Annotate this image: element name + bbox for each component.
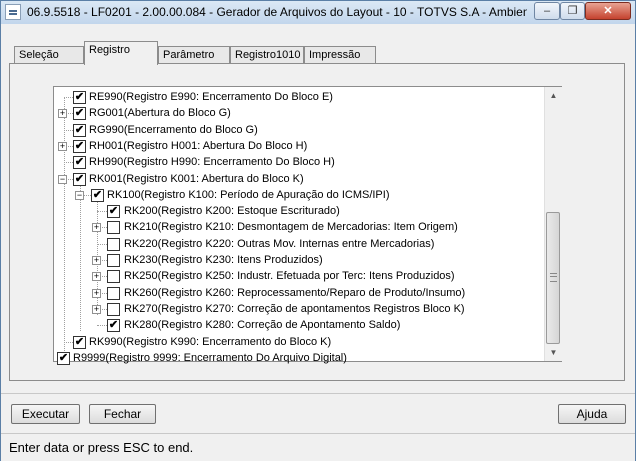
tree-item[interactable]: + ✔ RG001(Abertura do Bloco G) (54, 105, 544, 121)
tab-selecao[interactable]: Seleção (14, 46, 84, 64)
tree-item-label: RK200(Registro K200: Estoque Escriturado… (124, 205, 340, 217)
close-button[interactable]: Fechar (89, 404, 156, 424)
tree-item-label: RH001(Registro H001: Abertura Do Bloco H… (89, 140, 308, 152)
tree-item-checkbox[interactable] (107, 303, 120, 316)
tree-item[interactable]: ✔ R9999(Registro 9999: Encerramento Do Ar… (54, 350, 544, 366)
help-button[interactable]: Ajuda (558, 404, 626, 424)
minimize-button[interactable]: – (534, 2, 560, 20)
tree-item[interactable]: ✔ RG990(Encerramento do Bloco G) (54, 122, 544, 138)
tree-item-checkbox[interactable]: ✔ (107, 205, 120, 218)
tree-item-checkbox[interactable] (107, 287, 120, 300)
tree-item-checkbox[interactable]: ✔ (91, 189, 104, 202)
tree-item-checkbox[interactable]: ✔ (73, 140, 86, 153)
tree-item-checkbox[interactable]: ✔ (73, 107, 86, 120)
close-window-button[interactable]: ✕ (585, 2, 631, 20)
tree-item[interactable]: ✔ RH990(Registro H990: Encerramento Do Bl… (54, 154, 544, 170)
main-window: 06.9.5518 - LF0201 - 2.00.00.084 - Gerad… (0, 0, 636, 461)
grip-icon (550, 273, 557, 282)
tree-item-checkbox[interactable]: ✔ (73, 156, 86, 169)
tree-item-label: RK210(Registro K210: Desmontagem de Merc… (124, 221, 458, 233)
tree-line (64, 162, 73, 163)
tree-item-label: RK990(Registro K990: Encerramento do Blo… (89, 336, 332, 348)
maximize-button[interactable]: ❐ (560, 2, 585, 20)
tree-item-label: RK100(Registro K100: Período de Apuração… (107, 189, 390, 201)
tree-item[interactable]: − ✔ RK001(Registro K001: Abertura do Bloco… (54, 171, 544, 187)
register-tree[interactable]: ✔ RE990(Registro E990: Encerramento Do Bl… (53, 86, 562, 365)
tree-item[interactable]: + RK210(Registro K210: Desmontagem de Mer… (54, 219, 544, 235)
tree-item-checkbox[interactable] (107, 221, 120, 234)
scroll-down-arrow-icon[interactable]: ▼ (545, 344, 562, 361)
tree-line (64, 342, 73, 343)
tree-item-checkbox[interactable]: ✔ (73, 336, 86, 349)
title-bar: 06.9.5518 - LF0201 - 2.00.00.084 - Gerad… (1, 1, 635, 24)
tree-item[interactable]: + RK260(Registro K260: Reprocessamento/Re… (54, 285, 544, 301)
tab-registro[interactable]: Registro (84, 41, 158, 65)
tree-item[interactable]: ✔ RK990(Registro K990: Encerramento do Bl… (54, 334, 544, 350)
execute-button[interactable]: Executar (11, 404, 80, 424)
tree-item[interactable]: ✔ RE990(Registro E990: Encerramento Do Bl… (54, 89, 544, 105)
expand-icon[interactable]: + (92, 256, 101, 265)
tree-item-label: RG990(Encerramento do Bloco G) (89, 124, 258, 136)
expand-icon[interactable]: + (58, 142, 67, 151)
tree-item[interactable]: + ✔ RH001(Registro H001: Abertura Do Bloco… (54, 138, 544, 154)
tree-item-checkbox[interactable]: ✔ (57, 352, 70, 365)
tree-item-label: RK250(Registro K250: Industr. Efetuada p… (124, 270, 455, 282)
tree-item-checkbox[interactable] (107, 238, 120, 251)
scrollbar-thumb[interactable] (546, 212, 560, 344)
tree-item-label: RG001(Abertura do Bloco G) (89, 107, 231, 119)
tree-item[interactable]: RK220(Registro K220: Outras Mov. Interna… (54, 236, 544, 252)
tree-item-label: RK001(Registro K001: Abertura do Bloco K… (89, 173, 304, 185)
tree-item-label: RK270(Registro K270: Correção de apontam… (124, 303, 465, 315)
button-bar: Executar Fechar Ajuda (1, 396, 635, 431)
tree-item-checkbox[interactable] (107, 270, 120, 283)
tree-item[interactable]: + RK250(Registro K250: Industr. Efetuada … (54, 268, 544, 284)
status-bar: Enter data or press ESC to end. (1, 433, 635, 461)
expand-icon[interactable]: + (92, 272, 101, 281)
tree-line (97, 244, 107, 245)
collapse-icon[interactable]: − (58, 175, 67, 184)
tree-item[interactable]: + RK230(Registro K230: Itens Produzidos) (54, 252, 544, 268)
tree-line (64, 97, 73, 98)
tree-item-label: RE990(Registro E990: Encerramento Do Blo… (89, 91, 333, 103)
tree-item-checkbox[interactable]: ✔ (73, 124, 86, 137)
collapse-icon[interactable]: − (75, 191, 84, 200)
tree-item[interactable]: − ✔ RK100(Registro K100: Período de Apuraç… (54, 187, 544, 203)
tree-item[interactable]: + RK270(Registro K270: Correção de aponta… (54, 301, 544, 317)
tree-line (97, 325, 107, 326)
tab-registro1010[interactable]: Registro1010 (230, 46, 304, 64)
tree-item-label: RK280(Registro K280: Correção de Apontam… (124, 319, 401, 331)
tree-line (64, 130, 73, 131)
tab-parametro[interactable]: Parâmetro (158, 46, 230, 64)
tree-item-label: RK220(Registro K220: Outras Mov. Interna… (124, 238, 435, 250)
expand-icon[interactable]: + (92, 305, 101, 314)
tree-item-checkbox[interactable]: ✔ (107, 319, 120, 332)
tree-item-checkbox[interactable]: ✔ (73, 91, 86, 104)
tree-item-label: R9999(Registro 9999: Encerramento Do Arq… (73, 352, 347, 364)
tree-item[interactable]: ✔ RK280(Registro K280: Correção de Aponta… (54, 317, 544, 333)
tree-item-label: RK230(Registro K230: Itens Produzidos) (124, 254, 323, 266)
app-icon (5, 4, 21, 20)
tree-item-label: RK260(Registro K260: Reprocessamento/Rep… (124, 287, 466, 299)
scroll-up-arrow-icon[interactable]: ▲ (545, 87, 562, 104)
expand-icon[interactable]: + (92, 223, 101, 232)
expand-icon[interactable]: + (58, 109, 67, 118)
divider (1, 393, 635, 394)
expand-icon[interactable]: + (92, 289, 101, 298)
window-title: 06.9.5518 - LF0201 - 2.00.00.084 - Gerad… (27, 5, 527, 19)
tab-impressao[interactable]: Impressão (304, 46, 376, 64)
tree-item-checkbox[interactable] (107, 254, 120, 267)
tree-line (97, 211, 107, 212)
status-text: Enter data or press ESC to end. (9, 440, 194, 455)
tree-item-checkbox[interactable]: ✔ (73, 173, 86, 186)
tree-scrollbar[interactable]: ▲ ▼ (544, 87, 562, 361)
tree-item-label: RH990(Registro H990: Encerramento Do Blo… (89, 156, 335, 168)
tree-item[interactable]: ✔ RK200(Registro K200: Estoque Escriturad… (54, 203, 544, 219)
